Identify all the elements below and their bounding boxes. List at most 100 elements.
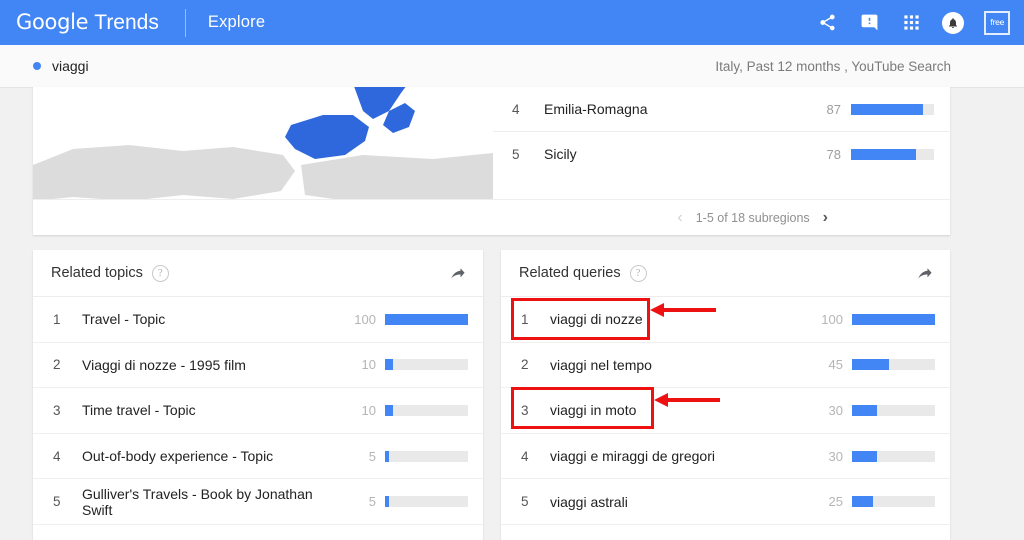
list-item[interactable]: 4 Out-of-body experience - Topic 5 [33,434,483,480]
list-item[interactable]: 3 Time travel - Topic 10 [33,388,483,434]
topic-bar-fill [385,313,468,325]
subregion-value: 87 [826,101,841,117]
list-item[interactable]: 2 viaggi nel tempo 45 [501,343,950,389]
list-item[interactable]: 5 Gulliver's Travels - Book by Jonathan … [33,479,483,525]
topic-bar-fill [385,450,390,462]
share-arrow-icon[interactable] [916,265,933,282]
query-name[interactable]: viaggi astrali [545,494,805,510]
share-icon[interactable] [816,12,838,34]
query-bar-track [852,359,935,371]
query-rank: 2 [521,357,529,373]
geo-card-body: 4 Emilia-Romagna 87 5 Sicily 78 [33,87,950,199]
panel-title: Related queries [519,265,621,281]
active-filters-label[interactable]: Italy, Past 12 months , YouTube Search [715,59,951,74]
topic-value: 5 [368,494,376,510]
topic-bar-track [385,496,468,508]
query-bar-fill [852,359,890,371]
subregion-rank: 5 [512,146,520,162]
query-bar-track [852,450,935,462]
italy-map-svg [33,87,493,199]
list-item[interactable]: 2 Viaggi di nozze - 1995 film 10 [33,343,483,389]
topic-bar-track [385,404,468,416]
list-item[interactable]: 3 viaggi in moto 30 [501,388,950,434]
help-circle-icon[interactable]: ? [629,264,647,282]
brand-google-text: Google [16,10,89,34]
query-value: 100 [821,311,843,327]
header-divider [184,8,186,37]
query-color-dot [33,62,41,70]
query-name[interactable]: viaggi e miraggi de gregori [545,448,805,464]
query-bar-fill [852,450,877,462]
query-filter-bar: viaggi Italy, Past 12 months , YouTube S… [0,45,1024,88]
apps-grid-icon[interactable] [900,12,922,34]
topic-bar-track [385,359,468,371]
subregion-bar-fill [851,148,916,160]
chevron-right-icon[interactable]: › [823,209,828,226]
table-row[interactable]: 4 Emilia-Romagna 87 [493,87,949,132]
subregion-bar-track [851,103,934,115]
related-topics-list: 1 Travel - Topic 100 2 Viaggi di nozze -… [33,297,483,525]
query-bar-track [852,496,935,508]
brand-logo[interactable]: Google Trends [16,10,159,35]
notifications-bell-icon[interactable] [942,11,964,34]
table-row[interactable]: 5 Sicily 78 [493,132,949,176]
query-bar-fill [852,496,873,508]
topic-name[interactable]: Gulliver's Travels - Book by Jonathan Sw… [77,486,338,518]
query-name[interactable]: viaggi nel tempo [545,357,805,373]
topic-bar-track [385,450,468,462]
account-avatar[interactable]: free [984,10,1010,35]
query-name[interactable]: viaggi di nozze [545,311,805,327]
italy-map[interactable] [33,87,493,199]
subregion-pagination: ‹ 1-5 of 18 subregions › [33,199,950,235]
topic-rank: 5 [53,494,61,510]
subregion-name: Emilia-Romagna [544,101,648,117]
query-bar-fill [852,404,877,416]
topic-value: 100 [354,311,376,327]
avatar-label: free [990,18,1004,27]
related-topics-header: Related topics ? [33,250,483,297]
header-icon-group: free [816,0,1010,45]
query-bar-track [852,404,935,416]
subregion-value: 78 [826,146,841,162]
chevron-left-icon[interactable]: ‹ [677,209,682,226]
app-header: Google Trends Explore free [0,0,1024,45]
query-bar-fill [852,313,935,325]
brand-trends-text: Trends [94,11,159,34]
topic-bar-fill [385,496,390,508]
topic-name[interactable]: Time travel - Topic [77,402,338,418]
help-circle-icon[interactable]: ? [151,264,169,282]
topic-name[interactable]: Travel - Topic [77,311,338,327]
query-value: 30 [828,402,843,418]
share-arrow-icon[interactable] [449,265,466,282]
pagination-label: 1-5 of 18 subregions [695,210,810,225]
list-item[interactable]: 1 viaggi di nozze 100 [501,297,950,343]
subregion-list: 4 Emilia-Romagna 87 5 Sicily 78 [493,87,950,199]
feedback-icon[interactable] [858,12,880,34]
search-term-chip[interactable]: viaggi [52,58,89,74]
list-item[interactable]: 1 Travel - Topic 100 [33,297,483,343]
query-rank: 3 [521,402,529,418]
topic-rank: 2 [53,357,61,373]
topic-rank: 1 [53,311,61,327]
google-trends-page: Google Trends Explore free viaggi Italy,… [0,0,1024,540]
list-item[interactable]: 5 viaggi astrali 25 [501,479,950,525]
subregion-bar-track [851,148,934,160]
query-rank: 4 [521,448,529,464]
query-value: 25 [828,494,843,510]
topic-value: 10 [361,402,376,418]
subregion-interest-card: 4 Emilia-Romagna 87 5 Sicily 78 ‹ 1-5 of… [33,87,950,235]
subregion-name: Sicily [544,146,577,162]
query-name[interactable]: viaggi in moto [545,402,805,418]
query-rank: 5 [521,494,529,510]
nav-explore[interactable]: Explore [208,13,265,32]
panel-title: Related topics [51,265,143,281]
query-rank: 1 [521,311,529,327]
related-queries-header: Related queries ? [501,250,950,297]
topic-rank: 3 [53,402,61,418]
query-value: 45 [828,357,843,373]
topic-name[interactable]: Viaggi di nozze - 1995 film [77,357,338,373]
subregion-rank: 4 [512,101,520,117]
list-item[interactable]: 4 viaggi e miraggi de gregori 30 [501,434,950,480]
topic-name[interactable]: Out-of-body experience - Topic [77,448,338,464]
topic-value: 10 [361,357,376,373]
